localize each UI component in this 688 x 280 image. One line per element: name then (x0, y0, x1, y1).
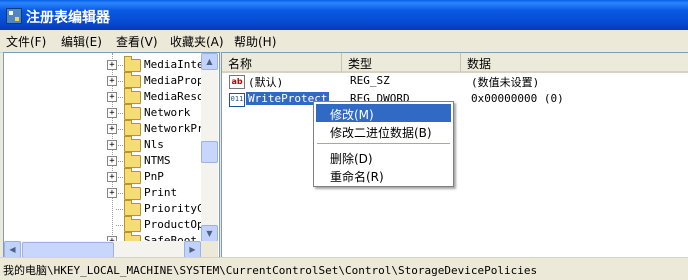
tree-item[interactable]: ProductOpt (4, 216, 210, 233)
column-header-type[interactable]: 类型 (342, 53, 461, 73)
tree-item-label: Print (144, 186, 178, 199)
folder-icon (124, 104, 141, 120)
tree-item-label: PnP (144, 170, 164, 183)
scroll-right-button[interactable]: ▶ (184, 241, 201, 258)
tree-item[interactable]: + MediaResou (4, 88, 210, 105)
menu-view[interactable]: 查看(V) (116, 33, 158, 50)
scroll-up-button[interactable]: ▲ (201, 53, 218, 70)
menu-edit[interactable]: 编辑(E) (61, 33, 102, 50)
tree-item[interactable]: PriorityCo (4, 200, 210, 217)
tree-connector (116, 225, 123, 226)
tree-connector (116, 81, 123, 82)
tree-item[interactable]: + Nls (4, 136, 204, 153)
tree-horizontal-scrollbar[interactable]: ◀ ▶ (4, 241, 201, 258)
column-name-label: 名称 (228, 57, 253, 71)
folder-icon (124, 120, 141, 136)
expand-icon[interactable]: + (107, 108, 117, 118)
tree-item-label: Nls (144, 138, 164, 151)
menu-file[interactable]: 文件(F) (6, 33, 46, 50)
folder-icon (124, 184, 141, 200)
binary-value-icon: 011 (229, 93, 245, 107)
tree-item[interactable]: + NetworkPro (4, 120, 210, 137)
tree-connector (116, 113, 123, 114)
context-item-label: 删除(D) (330, 152, 373, 166)
tree-item[interactable]: + MediaPrope (4, 72, 210, 89)
folder-icon (124, 200, 141, 216)
menu-favorites[interactable]: 收藏夹(A) (170, 33, 224, 50)
expand-icon[interactable]: + (107, 140, 117, 150)
value-row-default[interactable]: ab (默认) REG_SZ (数值未设置) (222, 73, 688, 90)
window-title: 注册表编辑器 (26, 10, 110, 26)
folder-icon (124, 136, 141, 152)
context-delete[interactable]: 删除(D) (316, 148, 451, 166)
tree-connector (116, 161, 123, 162)
horizontal-scroll-thumb[interactable] (22, 242, 114, 258)
context-item-label: 修改二进位数据(B) (330, 126, 432, 140)
column-header-data[interactable]: 数据 (461, 53, 688, 73)
menu-help[interactable]: 帮助(H) (234, 33, 276, 50)
folder-icon (124, 216, 141, 232)
scroll-thumb[interactable] (201, 141, 218, 163)
registry-key-tree[interactable]: + MediaInter + MediaPrope + MediaResou + Networ… (3, 52, 220, 259)
tree-item[interactable]: + MediaInter (4, 56, 210, 73)
tree-item[interactable]: + Network (4, 104, 204, 121)
menu-bar: 文件(F) 编辑(E) 查看(V) 收藏夹(A) 帮助(H) (0, 30, 688, 53)
tree-connector (116, 65, 123, 66)
title-bar[interactable]: 注册表编辑器 (0, 0, 688, 30)
value-row-writeprotect[interactable]: 011 WriteProtect REG_DWORD 0x00000000 (0… (222, 91, 688, 108)
folder-icon (124, 152, 141, 168)
scroll-left-button[interactable]: ◀ (4, 241, 21, 258)
expand-icon[interactable]: + (107, 92, 117, 102)
column-type-label: 类型 (348, 57, 373, 71)
context-item-label: 重命名(R) (330, 170, 384, 184)
regedit-app-icon (6, 8, 22, 24)
column-header-name[interactable]: 名称 (222, 53, 342, 73)
expand-icon[interactable]: + (107, 172, 117, 182)
context-modify[interactable]: 修改(M) (316, 104, 451, 122)
tree-connector (116, 193, 123, 194)
expand-icon[interactable]: + (107, 156, 117, 166)
status-path: 我的电脑\HKEY_LOCAL_MACHINE\SYSTEM\CurrentCo… (3, 264, 538, 277)
tree-item-label: NTMS (144, 154, 171, 167)
expand-icon[interactable]: + (107, 188, 117, 198)
registry-values-list[interactable]: 名称 类型 数据 ab (默认) REG_SZ (数值未设置) 011 Writ… (221, 52, 688, 259)
tree-item[interactable]: + NTMS (4, 152, 204, 169)
value-data: 0x00000000 (0) (471, 92, 564, 105)
scrollbar-corner (201, 241, 218, 258)
tree-connector (116, 209, 123, 210)
expand-icon[interactable]: + (107, 60, 117, 70)
folder-icon (124, 72, 141, 88)
tree-item[interactable]: + PnP (4, 168, 204, 185)
expand-icon[interactable]: + (107, 76, 117, 86)
tree-item[interactable]: + Print (4, 184, 204, 201)
tree-connector (116, 129, 123, 130)
string-value-icon: ab (229, 75, 245, 89)
scroll-down-button[interactable]: ▼ (201, 225, 218, 242)
context-modify-binary[interactable]: 修改二进位数据(B) (316, 122, 451, 140)
status-bar: 我的电脑\HKEY_LOCAL_MACHINE\SYSTEM\CurrentCo… (0, 257, 688, 280)
tree-connector (116, 97, 123, 98)
tree-connector (116, 145, 123, 146)
context-item-label: 修改(M) (330, 108, 374, 122)
context-menu: 修改(M) 修改二进位数据(B) 删除(D) 重命名(R) (313, 101, 454, 187)
context-separator (317, 143, 450, 144)
column-data-label: 数据 (467, 57, 492, 71)
expand-icon[interactable]: + (107, 124, 117, 134)
folder-icon (124, 56, 141, 72)
value-type: REG_SZ (350, 74, 390, 87)
context-rename[interactable]: 重命名(R) (316, 166, 451, 184)
folder-icon (124, 168, 141, 184)
tree-vertical-scrollbar[interactable]: ▲ ▼ (201, 53, 218, 242)
tree-connector (116, 177, 123, 178)
folder-icon (124, 88, 141, 104)
value-name: (默认) (248, 76, 284, 89)
tree-item-label: Network (144, 106, 191, 119)
value-data: (数值未设置) (471, 76, 540, 89)
